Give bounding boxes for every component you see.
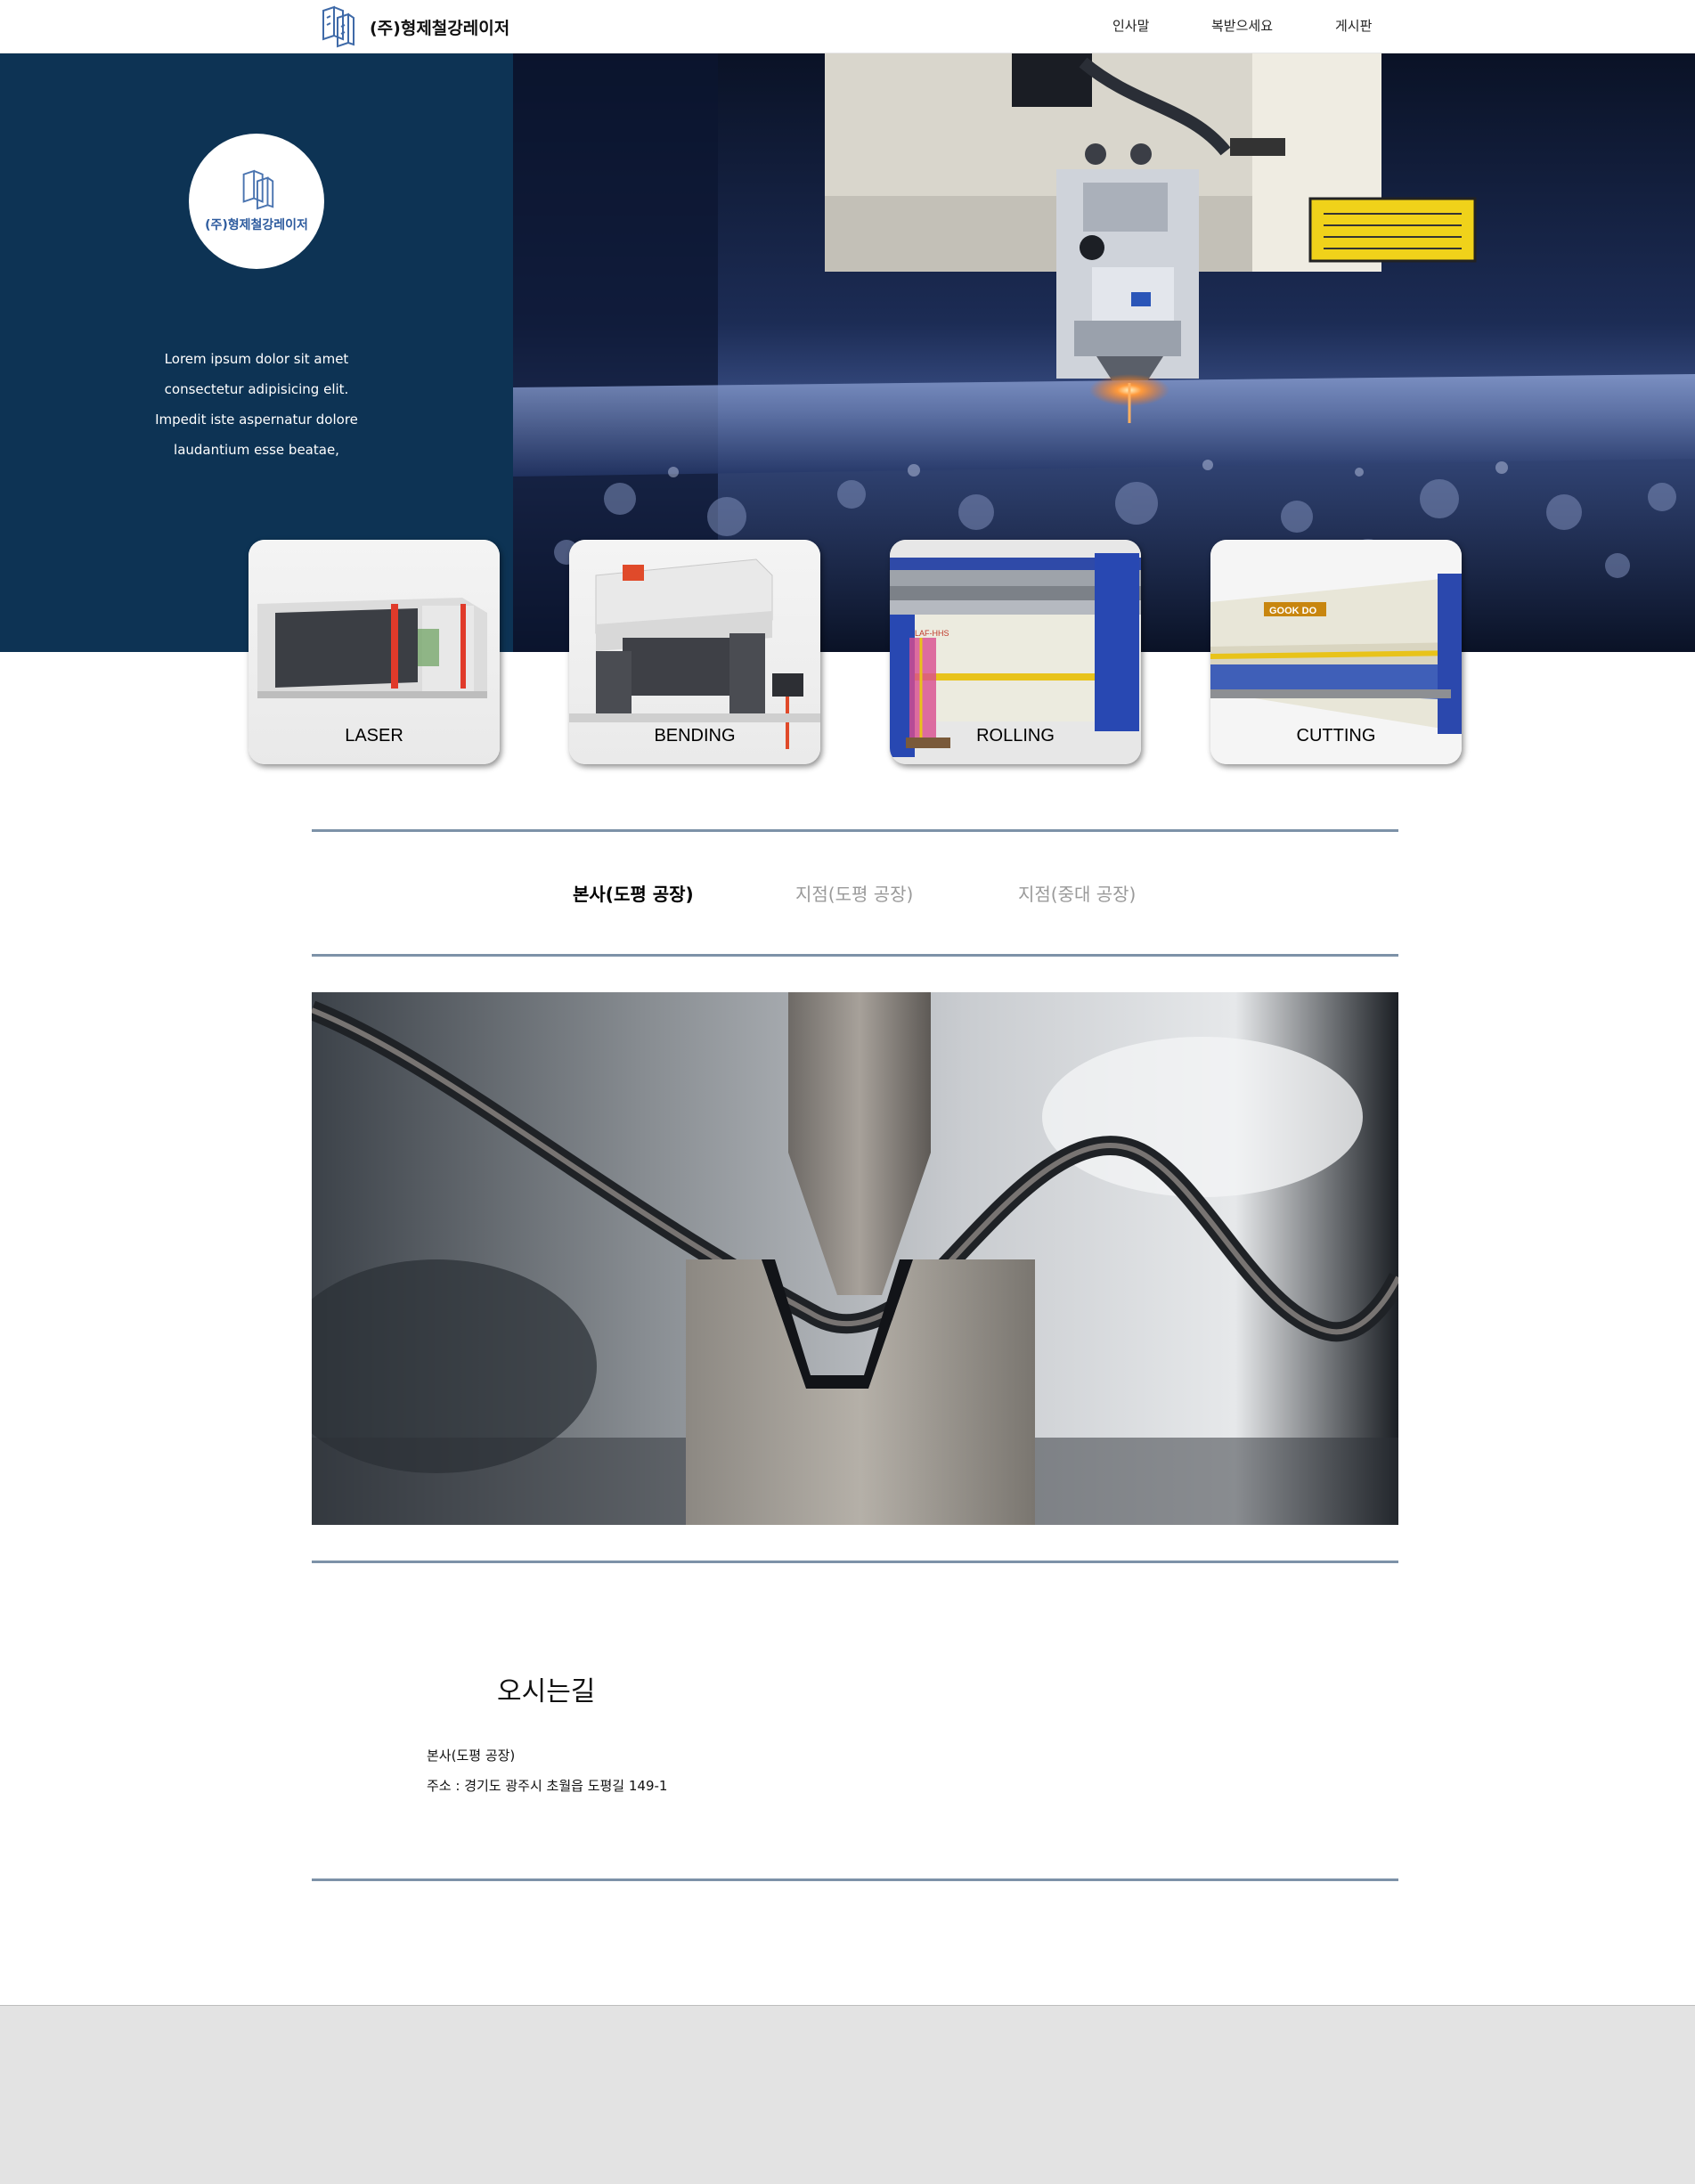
product-card-rolling[interactable]: LAF-HHS ROLLING [890, 540, 1141, 764]
product-label: CUTTING [1296, 726, 1376, 746]
hero-text-line: laudantium esse beatae, [174, 442, 339, 458]
nav-blessings[interactable]: 복받으세요 [1211, 16, 1273, 35]
brand-logo-icon [322, 5, 354, 48]
directions-title: 오시는길 [497, 1676, 596, 1707]
bending-closeup-image [312, 992, 1398, 1525]
product-card-laser[interactable]: LASER [249, 540, 500, 764]
hero-text-line: Impedit iste aspernatur dolore [155, 412, 358, 428]
divider [312, 1878, 1398, 1881]
brand-name: (주)형제철강레이저 [370, 18, 510, 38]
nav-board[interactable]: 게시판 [1335, 16, 1372, 35]
product-card-bending[interactable]: BENDING [569, 540, 820, 764]
divider [312, 829, 1398, 832]
hero-text-line: Lorem ipsum dolor sit amet [164, 351, 349, 367]
hero-logo-badge: (주)형제철강레이저 [189, 134, 324, 269]
tab-branch-dopyeong[interactable]: 지점(도평 공장) [795, 880, 913, 906]
site-footer [0, 2005, 1695, 2184]
product-label: BENDING [654, 726, 736, 746]
hero-text-line: consectetur adipisicing elit. [164, 381, 349, 397]
nav-greeting[interactable]: 인사말 [1112, 16, 1149, 35]
svg-text:LAF-HHS: LAF-HHS [915, 629, 949, 638]
divider [312, 954, 1398, 957]
product-label: ROLLING [976, 726, 1055, 746]
directions-address: 주소 : 경기도 광주시 초월읍 도평길 149-1 [427, 1778, 668, 1794]
divider [312, 1561, 1398, 1563]
hero-logo-name: (주)형제철강레이저 [205, 218, 308, 232]
hero-logo-icon [242, 169, 274, 210]
directions-location: 본사(도평 공장) [427, 1748, 516, 1764]
svg-text:GOOK DO: GOOK DO [1269, 606, 1317, 616]
product-card-cutting[interactable]: GOOK DO CUTTING [1210, 540, 1462, 764]
brand[interactable]: (주)형제철강레이저 [318, 5, 509, 48]
hero-description: Lorem ipsum dolor sit amet consectetur a… [134, 344, 379, 465]
tab-headquarters[interactable]: 본사(도평 공장) [573, 880, 694, 906]
press-brake-illustration [312, 992, 1398, 1525]
site-header: (주)형제철강레이저 인사말 복받으세요 게시판 [0, 0, 1695, 53]
tab-branch-jungdae[interactable]: 지점(중대 공장) [1018, 880, 1136, 906]
product-label: LASER [345, 726, 403, 746]
